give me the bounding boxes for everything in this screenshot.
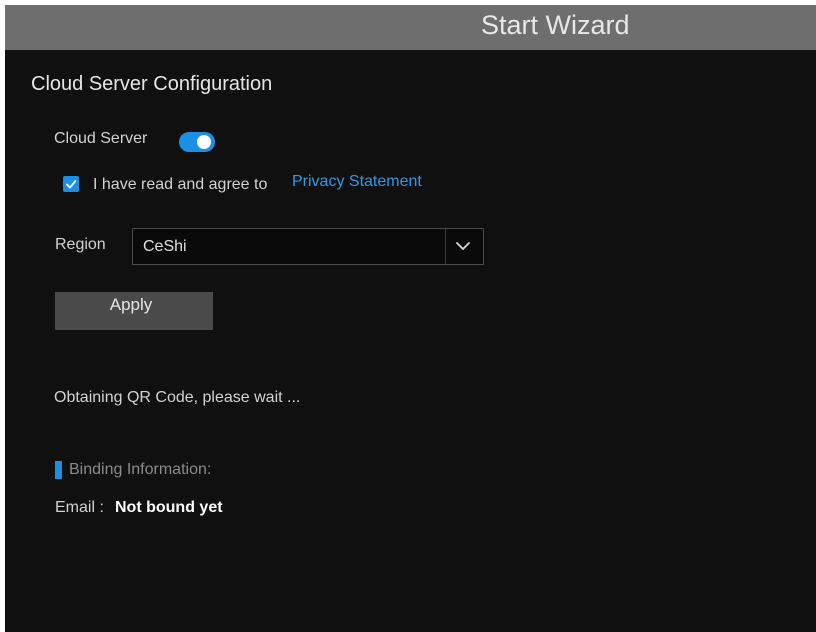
agreement-text: I have read and agree to bbox=[93, 176, 268, 193]
region-select[interactable]: CeShi bbox=[132, 228, 484, 265]
email-value: Not bound yet bbox=[115, 499, 223, 516]
title-bar: Start Wizard bbox=[5, 5, 816, 50]
region-selected-value: CeShi bbox=[143, 238, 187, 255]
email-label: Email : bbox=[55, 499, 104, 516]
cloud-server-label: Cloud Server bbox=[54, 130, 148, 147]
cloud-server-toggle[interactable] bbox=[179, 132, 215, 152]
checkmark-icon bbox=[66, 180, 77, 189]
chevron-down-icon[interactable] bbox=[455, 240, 471, 252]
page-title: Cloud Server Configuration bbox=[31, 73, 273, 95]
privacy-statement-link[interactable]: Privacy Statement bbox=[292, 172, 422, 192]
agreement-checkbox[interactable] bbox=[63, 176, 79, 192]
qr-status-message: Obtaining QR Code, please wait ... bbox=[54, 389, 301, 406]
binding-section-title: Binding Information: bbox=[69, 461, 212, 478]
section-marker bbox=[55, 461, 62, 479]
region-label: Region bbox=[55, 236, 106, 253]
toggle-knob bbox=[197, 135, 211, 149]
select-divider bbox=[445, 229, 446, 264]
apply-button-label: Apply bbox=[109, 295, 153, 314]
apply-button[interactable]: Apply bbox=[55, 292, 213, 330]
window-title: Start Wizard bbox=[481, 10, 630, 40]
wizard-window: Start Wizard Cloud Server Configuration … bbox=[5, 5, 816, 632]
